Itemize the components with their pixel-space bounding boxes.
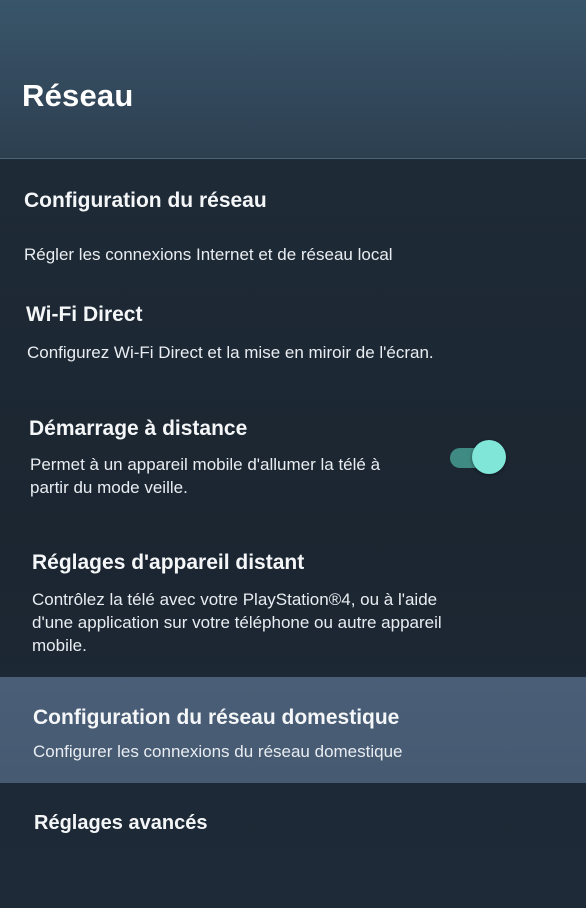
item-title: Configuration du réseau domestique [33, 706, 400, 729]
settings-item-remote-start[interactable]: Démarrage à distance Permet à un apparei… [0, 405, 586, 515]
item-description: Configurer les connexions du réseau dome… [33, 742, 403, 761]
remote-start-toggle[interactable] [450, 440, 506, 474]
header: Réseau [0, 0, 586, 159]
settings-item-advanced[interactable]: Réglages avancés [0, 795, 586, 865]
settings-item-wifi-direct[interactable]: Wi-Fi Direct Configurez Wi-Fi Direct et … [0, 289, 586, 389]
item-description: Configurez Wi-Fi Direct et la mise en mi… [27, 343, 434, 362]
item-description: Contrôlez la télé avec votre PlayStation… [32, 588, 442, 657]
settings-item-remote-device[interactable]: Réglages d'appareil distant Contrôlez la… [0, 539, 586, 669]
item-description-line: Contrôlez la télé avec votre PlayStation… [32, 590, 438, 609]
item-description: Régler les connexions Internet et de rés… [24, 245, 393, 264]
item-title: Wi-Fi Direct [26, 303, 143, 326]
settings-item-network-configuration[interactable]: Configuration du réseau Régler les conne… [0, 175, 586, 277]
toggle-thumb [472, 440, 506, 474]
item-description-line: d'une application sur votre téléphone ou… [32, 613, 442, 632]
item-title: Démarrage à distance [29, 417, 248, 440]
item-description-line: partir du mode veille. [30, 478, 188, 497]
item-title: Réglages d'appareil distant [32, 551, 305, 574]
page-title: Réseau [22, 78, 134, 113]
item-description: Permet à un appareil mobile d'allumer la… [30, 453, 380, 499]
item-title: Réglages avancés [34, 812, 208, 834]
item-description-line: Permet à un appareil mobile d'allumer la… [30, 455, 381, 474]
item-title: Configuration du réseau [24, 189, 267, 212]
settings-list: Configuration du réseau Régler les conne… [0, 159, 586, 908]
item-description-line: mobile. [32, 636, 87, 655]
settings-item-home-network[interactable]: Configuration du réseau domestique Confi… [0, 677, 586, 783]
